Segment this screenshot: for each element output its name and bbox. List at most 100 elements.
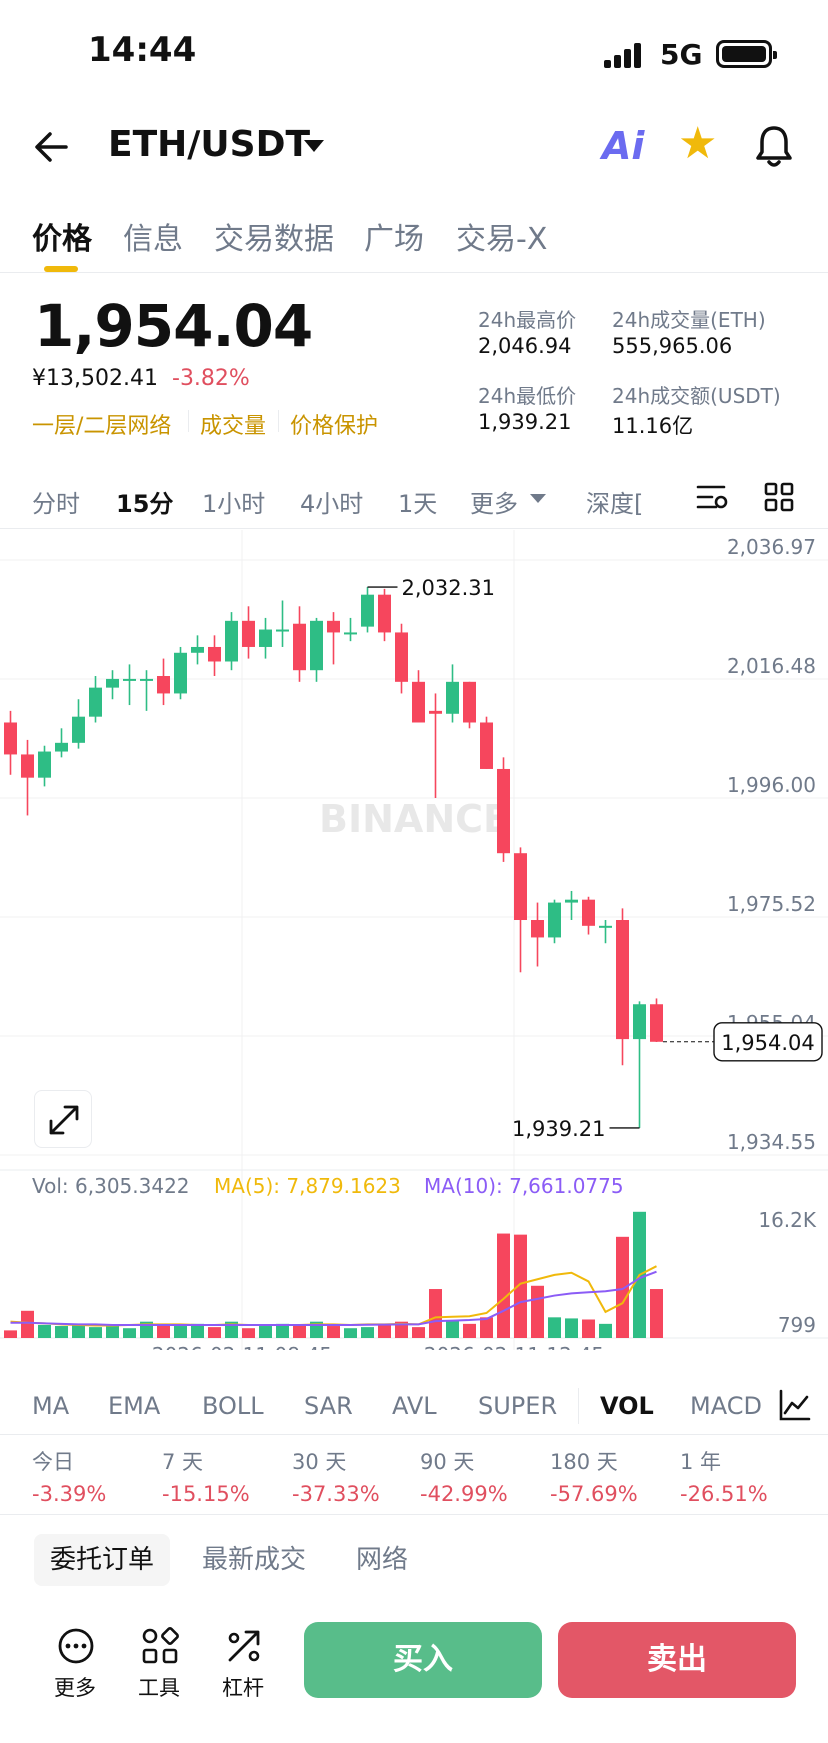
indicator-chart-icon[interactable]: [778, 1388, 812, 1422]
timeframe-1d[interactable]: 1天: [398, 484, 437, 519]
pair-selector[interactable]: ETH/USDT: [108, 124, 310, 165]
leverage-icon[interactable]: [222, 1626, 266, 1666]
divider: [0, 528, 828, 529]
y-axis-label: 2,016.48: [727, 654, 816, 678]
tab-trading-data[interactable]: 交易数据: [214, 214, 334, 258]
tab-square[interactable]: 广场: [364, 214, 424, 258]
candle-body: [446, 681, 459, 714]
timeframe-more[interactable]: 更多: [470, 484, 518, 519]
candlestick-chart[interactable]: BINANCE 2,036.97 2,016.48 1,996.00 1,975.52…: [0, 530, 828, 1350]
timeframe-1h[interactable]: 1小时: [202, 484, 265, 519]
tag-volume[interactable]: 成交量: [200, 408, 266, 440]
timeframe-depth[interactable]: 深度[: [586, 484, 643, 519]
candle-body: [514, 853, 527, 921]
indicator-vol[interactable]: VOL: [600, 1392, 654, 1420]
tag-layer-network[interactable]: 一层/二层网络: [32, 408, 171, 440]
perf-value-180d: -57.69%: [550, 1482, 638, 1506]
volume-bar: [599, 1323, 612, 1338]
perf-label-90d: 90 天: [420, 1450, 475, 1474]
volume-bar: [123, 1328, 136, 1338]
volume-bar: [38, 1324, 51, 1338]
indicator-boll[interactable]: BOLL: [202, 1392, 264, 1420]
candle-body: [650, 1004, 663, 1042]
indicator-separator: [578, 1388, 579, 1424]
tab-info[interactable]: 信息: [123, 214, 183, 258]
perf-label-30d: 30 天: [292, 1450, 347, 1474]
candle-body: [565, 899, 578, 903]
candle-body: [531, 920, 544, 938]
low-marker-label: 1,939.21: [512, 1117, 606, 1141]
y-axis-label: 1,996.00: [727, 773, 816, 797]
volume-bar: [446, 1320, 459, 1338]
more-label[interactable]: 更多: [40, 1672, 110, 1702]
sell-button[interactable]: 卖出: [558, 1622, 796, 1698]
volume-bar: [429, 1289, 442, 1338]
perf-label-1y: 1 年: [680, 1450, 722, 1474]
tab-recent-trades[interactable]: 最新成交: [186, 1534, 322, 1586]
high-value: 2,046.94: [478, 334, 572, 358]
tab-price[interactable]: 价格: [32, 214, 92, 258]
candle-body: [140, 678, 153, 681]
tab-open-orders[interactable]: 委托订单: [34, 1534, 171, 1586]
volume-readout: Vol: 6,305.3422: [32, 1174, 190, 1198]
back-arrow-icon[interactable]: [30, 124, 76, 170]
volume-bar: [531, 1285, 544, 1338]
timeframe-15m[interactable]: 15分: [116, 484, 173, 519]
volume-bar: [174, 1326, 187, 1338]
volume-bar: [157, 1323, 170, 1338]
high-label: 24h最高价: [478, 308, 577, 332]
tab-network[interactable]: 网络: [340, 1534, 424, 1586]
indicator-avl[interactable]: AVL: [392, 1392, 437, 1420]
ma10-line: [10, 1270, 657, 1326]
grid-layout-icon[interactable]: [764, 482, 794, 512]
volume-bar: [55, 1326, 68, 1338]
candle-body: [89, 687, 102, 717]
volume-bar: [497, 1233, 510, 1338]
chevron-down-icon[interactable]: [304, 140, 324, 152]
indicator-ma[interactable]: MA: [32, 1392, 69, 1420]
buy-button[interactable]: 买入: [304, 1622, 542, 1698]
x-axis-label: 2026-02-11 12:45: [424, 1343, 604, 1350]
ai-icon[interactable]: Ai: [602, 124, 644, 168]
volume-bar: [276, 1323, 289, 1338]
indicator-super[interactable]: SUPER: [478, 1392, 557, 1420]
chart-settings-icon[interactable]: [696, 482, 730, 512]
volume-bar: [21, 1310, 34, 1338]
indicator-ema[interactable]: EMA: [108, 1392, 160, 1420]
leverage-label[interactable]: 杠杆: [208, 1672, 278, 1702]
price-change-pct: -3.82%: [172, 366, 250, 391]
vol-usdt-value: 11.16亿: [612, 414, 694, 438]
indicator-macd[interactable]: MACD: [690, 1392, 762, 1420]
volume-bar: [361, 1327, 374, 1338]
timeframe-4h[interactable]: 4小时: [300, 484, 363, 519]
indicator-sar[interactable]: SAR: [304, 1392, 353, 1420]
volume-bar: [463, 1323, 476, 1338]
candle-body: [412, 681, 425, 723]
perf-label-today: 今日: [32, 1450, 74, 1474]
tag-price-protection[interactable]: 价格保护: [290, 408, 378, 440]
tab-trade-x[interactable]: 交易-X: [456, 214, 547, 258]
y-axis-label: 2,036.97: [727, 535, 816, 559]
tools-icon[interactable]: [138, 1626, 182, 1666]
candle-body: [123, 678, 136, 681]
more-icon[interactable]: [54, 1626, 98, 1666]
fullscreen-button[interactable]: [34, 1090, 92, 1148]
volume-bar: [378, 1323, 391, 1338]
candle-body: [344, 632, 357, 635]
bell-icon[interactable]: [752, 122, 796, 170]
timeframe-line[interactable]: 分时: [32, 484, 80, 519]
tools-label[interactable]: 工具: [124, 1672, 194, 1702]
candle-body: [599, 925, 612, 928]
volume-bar: [514, 1234, 527, 1338]
candle-body: [395, 632, 408, 682]
candle-body: [72, 716, 85, 743]
tag-separator: [188, 410, 189, 432]
candle-body: [225, 620, 238, 662]
perf-value-30d: -37.33%: [292, 1482, 380, 1506]
chevron-down-icon[interactable]: [530, 494, 546, 503]
candle-body: [633, 1004, 646, 1040]
star-icon[interactable]: ★: [678, 122, 717, 166]
volume-bar: [293, 1324, 306, 1338]
divider: [0, 1514, 828, 1515]
expand-icon: [49, 1105, 79, 1135]
